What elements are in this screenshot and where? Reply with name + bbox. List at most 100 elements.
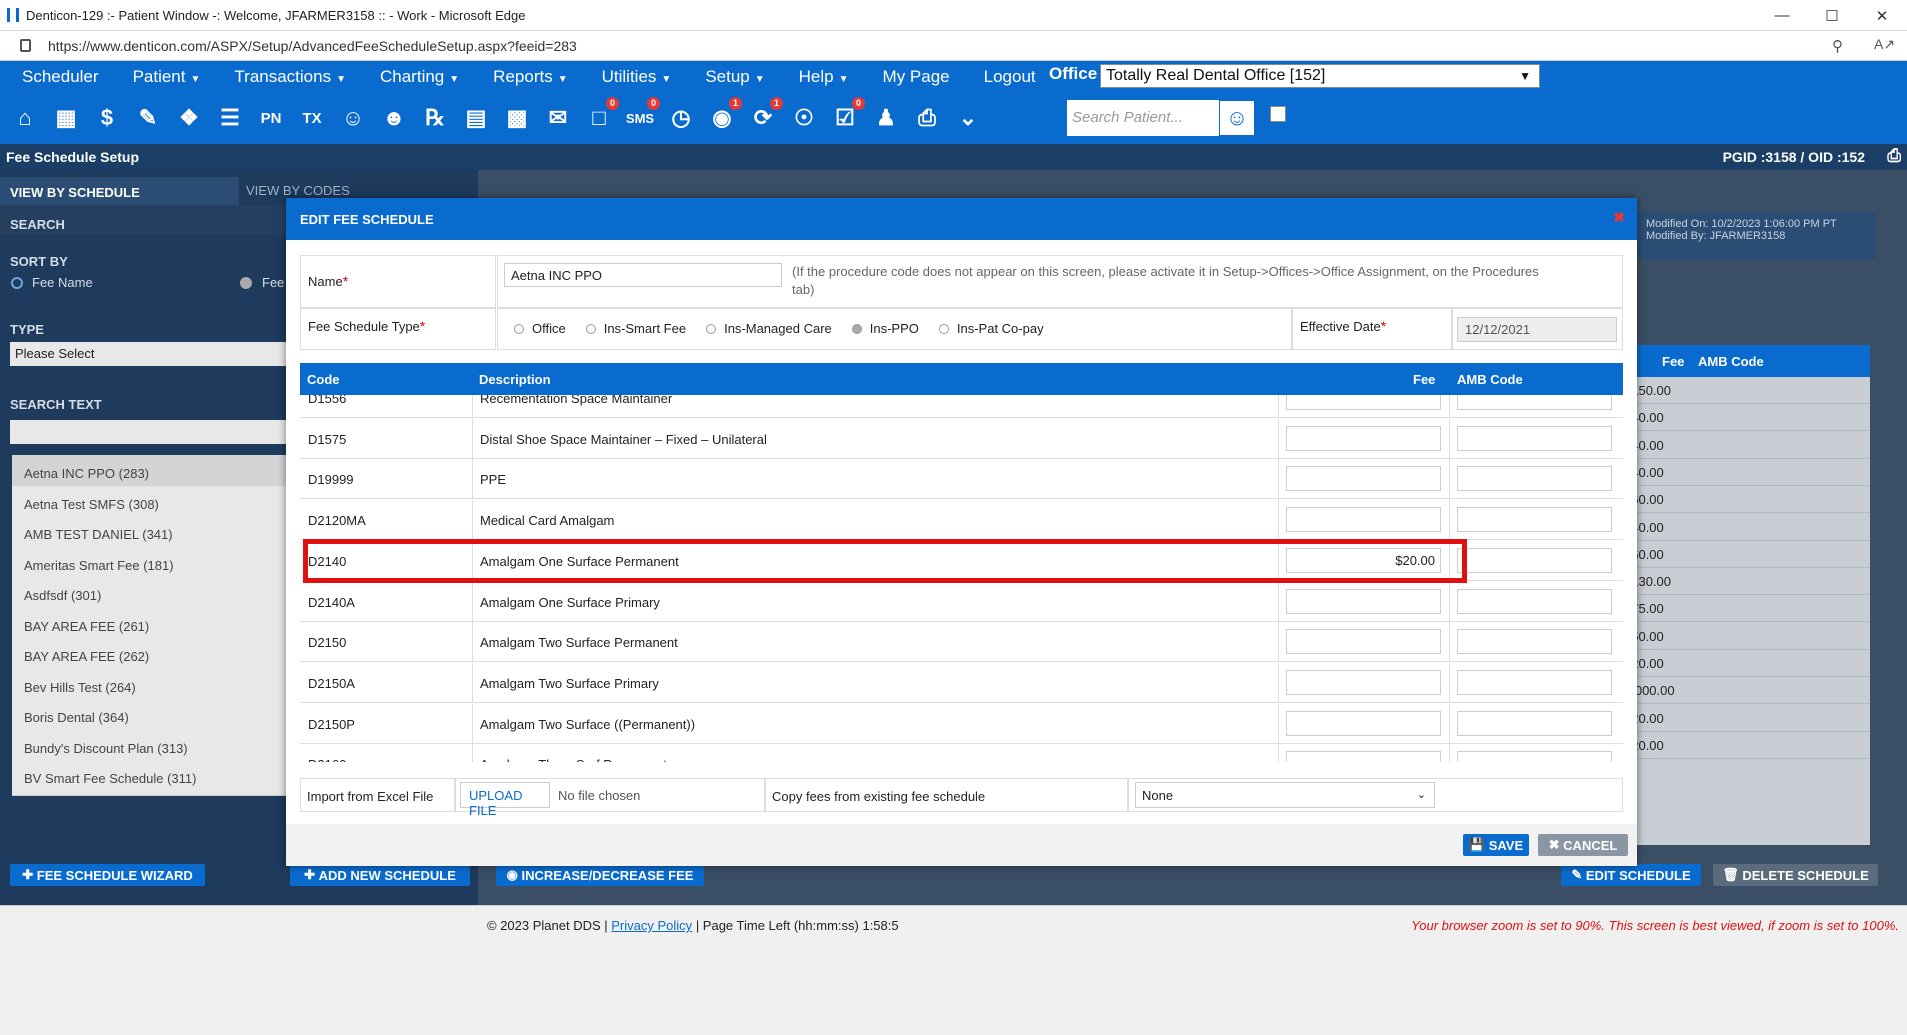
fee-input[interactable] bbox=[1286, 466, 1441, 492]
radio-icon[interactable] bbox=[706, 324, 717, 334]
sort-fee-name-radio[interactable] bbox=[11, 277, 23, 289]
url-text[interactable]: https://www.denticon.com/ASPX/Setup/Adva… bbox=[48, 38, 577, 54]
search-text-input[interactable] bbox=[10, 420, 310, 444]
tooth-chart-icon[interactable]: ☰ bbox=[214, 101, 246, 135]
fee-input[interactable] bbox=[1286, 507, 1441, 533]
close-icon[interactable]: ✕ bbox=[1857, 0, 1907, 31]
fee-schedule-wizard-button[interactable]: ✚ FEE SCHEDULE WIZARD bbox=[10, 864, 205, 886]
add-patient-icon[interactable]: ☺ bbox=[337, 101, 369, 135]
fee-input[interactable] bbox=[1286, 629, 1441, 655]
menu-utilities[interactable]: Utilities ▼ bbox=[602, 67, 672, 87]
table-row[interactable]: D1556 Recementation Space Maintainer bbox=[300, 395, 1623, 418]
zoom-out-icon[interactable]: ⚲ bbox=[1832, 37, 1843, 55]
amb-code-input[interactable] bbox=[1457, 395, 1612, 410]
table-row[interactable]: D19999 PPE bbox=[300, 459, 1623, 500]
amb-code-input[interactable] bbox=[1457, 466, 1612, 492]
table-row[interactable]: D2150P Amalgam Two Surface ((Permanent)) bbox=[300, 703, 1623, 744]
amb-code-input[interactable] bbox=[1457, 425, 1612, 451]
fee-input[interactable] bbox=[1286, 425, 1441, 451]
amb-code-input[interactable] bbox=[1457, 751, 1612, 762]
collapse-icon[interactable]: ⌄ bbox=[952, 101, 984, 135]
update-icon[interactable]: ⟳ 1 bbox=[747, 97, 783, 135]
amb-code-input[interactable] bbox=[1457, 547, 1612, 573]
tab-view-by-codes[interactable]: VIEW BY CODES bbox=[246, 183, 350, 198]
mail-icon[interactable]: ✉ bbox=[542, 101, 574, 135]
calendar-icon[interactable]: ▦ bbox=[50, 101, 82, 135]
close-icon[interactable]: ✖ bbox=[1613, 209, 1625, 226]
radio-icon[interactable] bbox=[851, 324, 862, 334]
add-new-schedule-button[interactable]: ✚ ADD NEW SCHEDULE bbox=[290, 864, 470, 886]
treatment-icon[interactable]: TX bbox=[296, 101, 328, 135]
minimize-icon[interactable]: — bbox=[1757, 0, 1807, 31]
print-form-icon[interactable]: ▩ bbox=[501, 101, 533, 135]
checkbox[interactable] bbox=[1270, 106, 1286, 122]
type-option[interactable]: Ins-PPO bbox=[851, 321, 919, 336]
table-row[interactable]: D2150 Amalgam Two Surface Permanent bbox=[300, 622, 1623, 663]
family-icon[interactable]: ♟ bbox=[870, 101, 902, 135]
menu-charting[interactable]: Charting ▼ bbox=[380, 67, 459, 87]
rx-icon[interactable]: ℞ bbox=[419, 101, 451, 135]
upload-file-button[interactable]: UPLOAD FILE bbox=[460, 782, 550, 818]
save-button[interactable]: 💾 SAVE bbox=[1463, 834, 1529, 856]
search-patient-input[interactable]: Search Patient... bbox=[1067, 100, 1219, 136]
amb-code-input[interactable] bbox=[1457, 588, 1612, 614]
effective-date-input[interactable]: 12/12/2021 bbox=[1457, 317, 1617, 342]
table-row[interactable]: D2160 Amalgam Three Surf Permanent bbox=[300, 744, 1623, 762]
type-option[interactable]: Ins-Managed Care bbox=[706, 321, 832, 336]
message-icon[interactable]: □ 0 bbox=[583, 97, 619, 135]
tab-view-by-schedule[interactable]: VIEW BY SCHEDULE bbox=[0, 177, 239, 205]
cancel-button[interactable]: ✖ CANCEL bbox=[1538, 834, 1628, 856]
fee-input[interactable] bbox=[1286, 669, 1441, 695]
increase-decrease-fee-button[interactable]: ◉ INCREASE/DECREASE FEE bbox=[496, 864, 704, 886]
checklist-icon[interactable]: ☑ 0 bbox=[829, 97, 865, 135]
fee-input[interactable] bbox=[1286, 395, 1441, 410]
sort-fee-radio[interactable] bbox=[240, 277, 252, 289]
table-row[interactable]: D2120MA Medical Card Amalgam bbox=[300, 500, 1623, 541]
edit-schedule-button[interactable]: ✎ EDIT SCHEDULE bbox=[1561, 864, 1701, 886]
type-option[interactable]: Ins-Smart Fee bbox=[585, 321, 686, 336]
delete-schedule-button[interactable]: 🗑 DELETE SCHEDULE bbox=[1713, 864, 1878, 886]
print-icon[interactable]: ⎙ bbox=[1887, 146, 1901, 166]
read-aloud-icon[interactable]: A↗ bbox=[1874, 36, 1895, 53]
type-option[interactable]: Ins-Pat Co-pay bbox=[938, 321, 1044, 336]
document-icon[interactable]: ▤ bbox=[460, 101, 492, 135]
fee-input[interactable] bbox=[1286, 751, 1441, 762]
radio-icon[interactable] bbox=[938, 324, 949, 334]
edit-notes-icon[interactable]: ✎ bbox=[132, 101, 164, 135]
radio-icon[interactable] bbox=[585, 324, 596, 334]
menu-logout[interactable]: Logout bbox=[984, 67, 1036, 87]
type-option[interactable]: Office bbox=[514, 321, 566, 336]
tooth-icon[interactable]: ❖ bbox=[173, 101, 205, 135]
menu-my-page[interactable]: My Page bbox=[883, 67, 950, 87]
clock-icon[interactable]: ◷ bbox=[665, 101, 697, 135]
amb-code-input[interactable] bbox=[1457, 710, 1612, 736]
copy-schedule-select[interactable]: None ⌄ bbox=[1135, 782, 1435, 808]
home-icon[interactable]: ⌂ bbox=[9, 101, 41, 135]
patient-search-icon[interactable]: ☺ bbox=[1219, 100, 1255, 136]
maximize-icon[interactable]: ☐ bbox=[1807, 0, 1857, 31]
web-icon[interactable]: ☉ bbox=[788, 101, 820, 135]
table-row[interactable]: D2150A Amalgam Two Surface Primary bbox=[300, 662, 1623, 703]
menu-transactions[interactable]: Transactions ▼ bbox=[234, 67, 346, 87]
progress-notes-icon[interactable]: PN bbox=[255, 101, 287, 135]
sms-icon[interactable]: SMS 0 bbox=[624, 97, 660, 135]
amb-code-input[interactable] bbox=[1457, 629, 1612, 655]
amb-code-input[interactable] bbox=[1457, 507, 1612, 533]
menu-scheduler[interactable]: Scheduler bbox=[22, 67, 99, 87]
schedule-list-item[interactable]: BV Smart Fee Schedule (311) bbox=[12, 760, 312, 796]
menu-help[interactable]: Help ▼ bbox=[799, 67, 849, 87]
office-select[interactable]: Totally Real Dental Office [152] ▼ bbox=[1100, 64, 1540, 88]
menu-setup[interactable]: Setup ▼ bbox=[705, 67, 764, 87]
menu-patient[interactable]: Patient ▼ bbox=[133, 67, 201, 87]
amb-code-input[interactable] bbox=[1457, 669, 1612, 695]
printer-icon[interactable]: ⎙ bbox=[911, 101, 943, 135]
globe-user-icon[interactable]: ◉ 1 bbox=[706, 97, 742, 135]
type-select[interactable]: Please Select bbox=[10, 342, 310, 366]
fee-input[interactable] bbox=[1286, 588, 1441, 614]
table-row[interactable]: D1575 Distal Shoe Space Maintainer – Fixe… bbox=[300, 418, 1623, 459]
name-input[interactable]: Aetna INC PPO bbox=[504, 263, 782, 287]
table-row[interactable]: D2140A Amalgam One Surface Primary bbox=[300, 581, 1623, 622]
dollar-icon[interactable]: $ bbox=[91, 101, 123, 135]
add-family-icon[interactable]: ☻ bbox=[378, 101, 410, 135]
menu-reports[interactable]: Reports ▼ bbox=[493, 67, 567, 87]
